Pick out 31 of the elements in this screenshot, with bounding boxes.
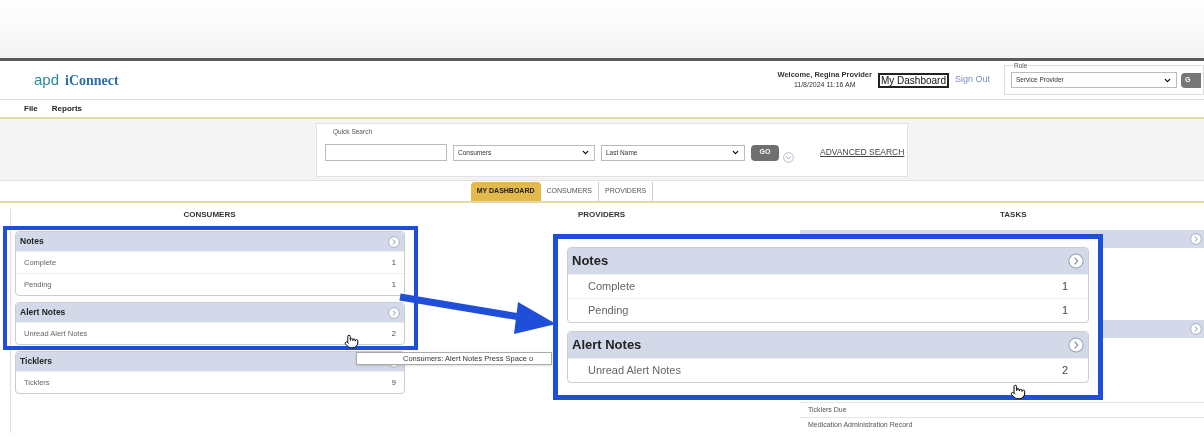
dashboard-link[interactable]: My Dashboard xyxy=(877,72,949,88)
column-title: TASKS xyxy=(999,209,1028,221)
expand-circle-icon[interactable] xyxy=(388,306,400,319)
expand-circle-icon[interactable] xyxy=(1190,233,1202,245)
row-count: 1 xyxy=(1061,279,1068,295)
dropdown-icon xyxy=(581,148,590,157)
expand-circle-icon[interactable] xyxy=(388,235,400,248)
menu-item[interactable]: File xyxy=(24,102,38,115)
row-label[interactable]: Complete xyxy=(588,278,636,295)
expand-circle-icon[interactable] xyxy=(1068,253,1084,269)
menu-item[interactable]: Reports xyxy=(51,102,82,115)
row-count: 1 xyxy=(1061,303,1068,319)
expand-circle-icon[interactable] xyxy=(1190,323,1202,335)
panel-title: Alert Notes xyxy=(20,306,66,319)
column-title: PROVIDERS xyxy=(577,209,627,221)
dropdown-icon xyxy=(731,148,740,157)
advanced-search-link[interactable]: ADVANCED SEARCH xyxy=(820,146,905,159)
logo-mark: apd xyxy=(34,69,60,90)
logo-text: iConnect xyxy=(65,71,119,90)
column-title: CONSUMERS xyxy=(182,209,237,221)
panel-title: Ticklers xyxy=(20,355,52,368)
row-count: 2 xyxy=(1061,363,1068,379)
search-field[interactable] xyxy=(325,144,447,161)
sign-out-link[interactable]: Sign Out xyxy=(954,73,990,87)
expand-circle-icon[interactable] xyxy=(783,152,794,163)
panel-title: Alert Notes xyxy=(572,336,642,355)
expand-circle-icon[interactable] xyxy=(1068,337,1084,353)
panel-title: Notes xyxy=(20,235,44,248)
row-label[interactable]: Unread Alert Notes xyxy=(588,362,681,379)
row-label[interactable]: Pending xyxy=(588,302,629,319)
panel-title: Notes xyxy=(572,252,609,271)
